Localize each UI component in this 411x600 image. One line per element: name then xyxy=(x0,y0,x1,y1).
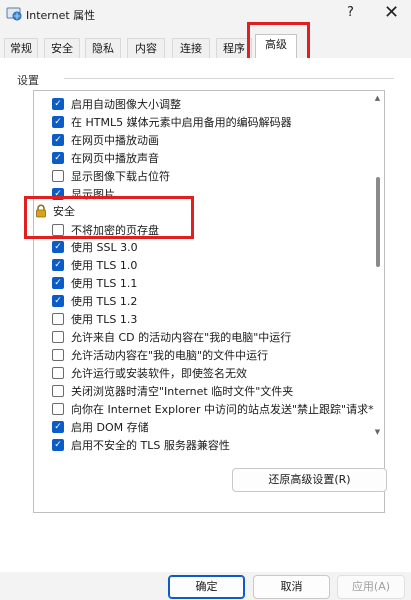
tab-bar: 常规 安全 隐私 内容 连接 程序 高级 xyxy=(0,28,411,59)
list-item[interactable]: 不将加密的页存盘 xyxy=(52,221,372,238)
checkbox-unchecked[interactable] xyxy=(52,348,64,361)
checkbox-checked[interactable]: ✓ xyxy=(52,294,64,307)
checkbox-unchecked[interactable] xyxy=(52,223,64,236)
tab-advanced[interactable]: 高级 xyxy=(255,34,297,59)
section-divider xyxy=(64,78,394,79)
internet-options-icon xyxy=(6,7,22,21)
checkbox-checked[interactable]: ✓ xyxy=(52,151,64,164)
checkbox-checked[interactable]: ✓ xyxy=(52,276,64,289)
checkbox-checked[interactable]: ✓ xyxy=(52,97,64,110)
checkbox-checked[interactable]: ✓ xyxy=(52,240,64,253)
scrollbar-thumb[interactable] xyxy=(376,177,380,267)
checkbox-unchecked[interactable] xyxy=(52,330,64,343)
cancel-button[interactable]: 取消 xyxy=(253,575,330,599)
list-item[interactable]: 使用 TLS 1.3 xyxy=(52,310,372,327)
list-item[interactable]: ✓ 启用自动图像大小调整 xyxy=(52,95,372,112)
restore-advanced-settings-button[interactable]: 还原高级设置(R) xyxy=(232,468,387,492)
checkbox-checked[interactable]: ✓ xyxy=(52,258,64,271)
list-item[interactable]: ✓ 使用 SSL 3.0 xyxy=(52,238,372,255)
checkbox-checked[interactable]: ✓ xyxy=(52,438,64,451)
list-item[interactable]: 允许运行或安装软件，即使签名无效 xyxy=(52,364,372,381)
list-item[interactable]: ✓ 使用 TLS 1.2 xyxy=(52,292,372,309)
list-item[interactable]: 向你在 Internet Explorer 中访问的站点发送"禁止跟踪"请求* xyxy=(52,400,374,417)
list-item[interactable]: 关闭浏览器时清空"Internet 临时文件"文件夹 xyxy=(52,382,372,399)
checkbox-unchecked[interactable] xyxy=(52,402,64,415)
tab-privacy[interactable]: 隐私 xyxy=(85,38,121,58)
vertical-scrollbar[interactable]: ▲ ▼ xyxy=(372,92,383,511)
checkbox-unchecked[interactable] xyxy=(52,366,64,379)
checkbox-unchecked[interactable] xyxy=(52,384,64,397)
list-item[interactable]: ✓ 显示图片 xyxy=(52,185,372,202)
checkbox-checked[interactable]: ✓ xyxy=(52,133,64,146)
tab-general[interactable]: 常规 xyxy=(4,38,38,58)
list-item[interactable]: ✓ 在网页中播放动画 xyxy=(52,131,372,148)
list-item[interactable]: ✓ 在 HTML5 媒体元素中启用备用的编码解码器 xyxy=(52,113,372,130)
tab-connections[interactable]: 连接 xyxy=(172,38,210,58)
apply-button[interactable]: 应用(A) xyxy=(337,575,405,599)
checkbox-checked[interactable]: ✓ xyxy=(52,115,64,128)
tab-security[interactable]: 安全 xyxy=(44,38,80,58)
scroll-up-icon[interactable]: ▲ xyxy=(372,94,383,104)
ok-button[interactable]: 确定 xyxy=(168,575,245,599)
lock-icon xyxy=(36,204,46,218)
list-item[interactable]: ✓ 启用不安全的 TLS 服务器兼容性 xyxy=(52,436,372,453)
checkbox-unchecked[interactable] xyxy=(52,312,64,325)
checkbox-unchecked[interactable] xyxy=(52,169,64,182)
checkbox-checked[interactable]: ✓ xyxy=(52,187,64,200)
tab-content[interactable]: 内容 xyxy=(127,38,165,58)
list-item[interactable]: ✓ 在网页中播放声音 xyxy=(52,149,372,166)
settings-section-label: 设置 xyxy=(17,74,39,87)
list-item[interactable]: ✓ 使用 TLS 1.0 xyxy=(52,256,372,273)
group-label-security: 安全 xyxy=(53,205,75,218)
settings-list[interactable]: ✓ 启用自动图像大小调整 ✓ 在 HTML5 媒体元素中启用备用的编码解码器 ✓… xyxy=(33,90,385,513)
window-title: Internet 属性 xyxy=(26,9,96,22)
list-item[interactable]: ✓ 启用 DOM 存储 xyxy=(52,418,372,435)
scroll-down-icon[interactable]: ▼ xyxy=(372,428,383,438)
help-icon[interactable]: ? xyxy=(347,5,354,20)
list-item[interactable]: 允许来自 CD 的活动内容在"我的电脑"中运行 xyxy=(52,328,372,345)
checkbox-checked[interactable]: ✓ xyxy=(52,420,64,433)
list-item[interactable]: ✓ 使用 TLS 1.1 xyxy=(52,274,372,291)
group-security: 安全 xyxy=(34,202,234,220)
tab-programs[interactable]: 程序 xyxy=(216,38,252,58)
close-icon[interactable]: ✕ xyxy=(384,2,399,23)
title-bar: Internet 属性 ? ✕ xyxy=(0,0,411,28)
list-item[interactable]: 允许活动内容在"我的电脑"的文件中运行 xyxy=(52,346,372,363)
list-item[interactable]: 显示图像下载占位符 xyxy=(52,167,372,184)
